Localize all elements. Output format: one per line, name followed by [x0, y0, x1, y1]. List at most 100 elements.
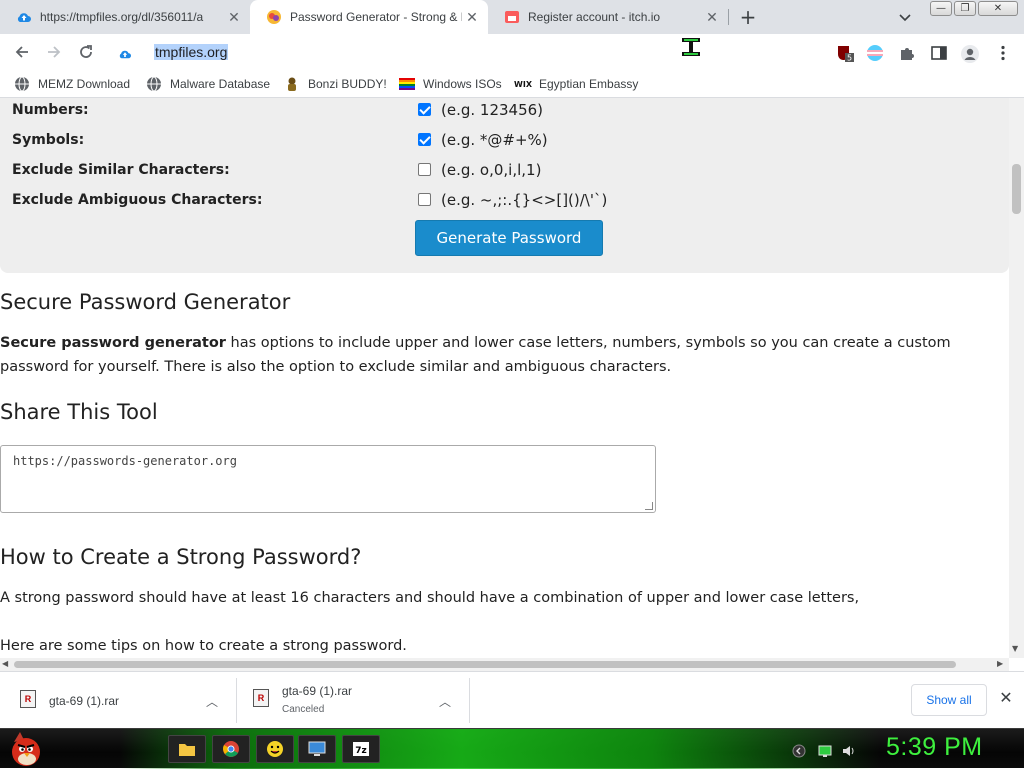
reload-icon[interactable] — [76, 42, 96, 62]
show-all-downloads-button[interactable]: Show all — [911, 684, 987, 716]
volume-icon[interactable] — [842, 743, 856, 757]
page-viewport: Numbers: (e.g. 123456) Symbols: (e.g. *@… — [0, 98, 1024, 671]
resize-grip-icon[interactable] — [645, 502, 653, 510]
url-text[interactable]: tmpfiles.org — [154, 44, 229, 60]
network-icon[interactable] — [818, 743, 832, 757]
close-icon[interactable]: ✕ — [464, 9, 480, 25]
svg-text:7z: 7z — [355, 746, 367, 756]
heading-secure-password-generator: Secure Password Generator — [0, 290, 291, 314]
option-label-exclude-ambiguous: Exclude Ambiguous Characters: — [12, 192, 263, 208]
7zip-icon[interactable]: 7z — [342, 735, 380, 763]
back-icon[interactable] — [12, 42, 32, 62]
new-tab-icon[interactable]: + — [738, 7, 758, 27]
paragraph-intro: Secure password generator has options to… — [0, 331, 1000, 379]
taskbar-clock[interactable]: 5:39 PM — [886, 733, 983, 762]
forward-icon[interactable] — [44, 42, 64, 62]
heading-how-to-create: How to Create a Strong Password? — [0, 545, 362, 569]
globe-icon — [14, 76, 30, 92]
horizontal-scrollbar-thumb[interactable] — [14, 661, 956, 668]
checkbox-exclude-ambiguous[interactable] — [418, 193, 431, 206]
bookmark-egyptian-embassy[interactable]: WIX Egyptian Embassy — [514, 76, 639, 92]
checkbox-exclude-similar[interactable] — [418, 163, 431, 176]
generator-form-panel: Numbers: (e.g. 123456) Symbols: (e.g. *@… — [0, 98, 1009, 273]
profile-avatar-icon[interactable] — [960, 44, 979, 63]
chrome-icon[interactable] — [212, 735, 250, 763]
scroll-down-icon[interactable]: ▼ — [1012, 644, 1018, 653]
download-filename: gta-69 (1).rar — [49, 694, 120, 708]
option-example-symbols: (e.g. *@#+%) — [441, 131, 548, 149]
bookmark-label: Bonzi BUDDY! — [308, 77, 387, 91]
itch-io-icon — [504, 9, 520, 25]
svg-text:5: 5 — [847, 54, 852, 63]
padlock-icon — [266, 9, 282, 25]
bookmark-label: Egyptian Embassy — [539, 77, 639, 91]
rainbow-flag-icon — [399, 76, 415, 92]
bookmarks-bar: MEMZ Download Malware Database Bonzi BUD… — [0, 70, 1024, 98]
option-example-numbers: (e.g. 123456) — [441, 101, 544, 119]
file-explorer-icon[interactable] — [168, 735, 206, 763]
generate-password-button[interactable]: Generate Password — [415, 220, 603, 256]
vertical-scrollbar-thumb[interactable] — [1012, 164, 1021, 214]
cloud-upload-icon — [118, 45, 132, 59]
paragraph-strong-password: A strong password should have at least 1… — [0, 590, 860, 606]
chevron-down-icon[interactable] — [896, 8, 914, 26]
cloud-upload-icon — [16, 9, 32, 25]
download-item[interactable]: R gta-69 (1).rar Canceled ︿ — [237, 672, 469, 729]
heading-share-this-tool: Share This Tool — [0, 400, 158, 424]
rar-archive-icon: R — [253, 689, 269, 707]
chevron-up-icon[interactable]: ︿ — [439, 693, 451, 710]
tab-password-generator[interactable]: Password Generator - Strong & R ✕ — [250, 0, 488, 34]
paragraph-tips: Here are some tips on how to create a st… — [0, 638, 407, 654]
address-bar[interactable]: tmpfiles.org — [108, 38, 820, 66]
download-item[interactable]: R gta-69 (1).rar ︿ — [0, 672, 236, 729]
download-separator — [469, 678, 470, 723]
tab-title: Register account - itch.io — [528, 10, 661, 24]
browser-toolbar: tmpfiles.org 5 — [0, 34, 1024, 70]
trans-flag-extension-icon[interactable] — [866, 44, 884, 62]
rar-archive-icon: R — [20, 690, 36, 708]
puzzle-extensions-icon[interactable] — [898, 44, 916, 62]
taskbar: 7z 5:39 PM — [0, 728, 1024, 769]
chevron-up-icon[interactable]: ︿ — [206, 693, 218, 710]
window-close-icon[interactable]: ✕ — [978, 1, 1018, 16]
side-panel-icon[interactable] — [930, 44, 948, 62]
bookmark-windows-isos[interactable]: Windows ISOs — [399, 76, 502, 92]
download-shelf: R gta-69 (1).rar ︿ R gta-69 (1).rar Canc… — [0, 671, 1024, 728]
bookmark-label: Windows ISOs — [423, 77, 502, 91]
share-url-textarea[interactable]: https://passwords-generator.org — [0, 445, 656, 513]
scroll-right-icon[interactable]: ▶ — [997, 659, 1003, 668]
option-label-numbers: Numbers: — [12, 102, 89, 118]
bookmark-label: Malware Database — [170, 77, 271, 91]
kebab-menu-icon[interactable] — [994, 44, 1012, 62]
smiley-app-icon[interactable] — [256, 735, 294, 763]
bookmark-malware-database[interactable]: Malware Database — [146, 76, 270, 92]
close-icon[interactable]: ✕ — [998, 690, 1014, 706]
text-cursor-icon — [680, 36, 702, 58]
tray-chevron-icon[interactable] — [792, 743, 806, 758]
tab-itch-io[interactable]: Register account - itch.io ✕ — [488, 0, 728, 34]
globe-icon — [146, 76, 162, 92]
bookmark-label: MEMZ Download — [38, 77, 131, 91]
checkbox-symbols[interactable] — [418, 133, 431, 146]
scroll-left-icon[interactable]: ◀ — [2, 659, 8, 668]
tab-title: https://tmpfiles.org/dl/356011/a — [40, 10, 204, 24]
tab-strip: https://tmpfiles.org/dl/356011/a ✕ Passw… — [0, 0, 1024, 34]
ublock-extension-icon[interactable]: 5 — [836, 44, 854, 63]
option-label-symbols: Symbols: — [12, 132, 85, 148]
close-icon[interactable]: ✕ — [226, 9, 242, 25]
bookmark-memz[interactable]: MEMZ Download — [14, 76, 130, 92]
tab-tmpfiles[interactable]: https://tmpfiles.org/dl/356011/a ✕ — [0, 0, 250, 34]
share-url-text: https://passwords-generator.org — [13, 454, 237, 468]
checkbox-numbers[interactable] — [418, 103, 431, 116]
option-example-exclude-similar: (e.g. o,0,i,l,1) — [441, 161, 542, 179]
minimize-icon[interactable]: — — [930, 1, 952, 16]
restore-icon[interactable]: ❐ — [954, 1, 976, 16]
gorilla-icon — [284, 76, 300, 92]
tab-title: Password Generator - Strong & R — [290, 10, 462, 24]
bookmark-bonzi-buddy[interactable]: Bonzi BUDDY! — [284, 76, 387, 92]
option-example-exclude-ambiguous: (e.g. ~,;:.{}<>[]()/\'`) — [441, 191, 608, 209]
angry-bird-start-icon[interactable] — [6, 730, 46, 768]
download-status: Canceled — [282, 704, 325, 715]
monitor-app-icon[interactable] — [298, 735, 336, 763]
close-icon[interactable]: ✕ — [704, 9, 720, 25]
